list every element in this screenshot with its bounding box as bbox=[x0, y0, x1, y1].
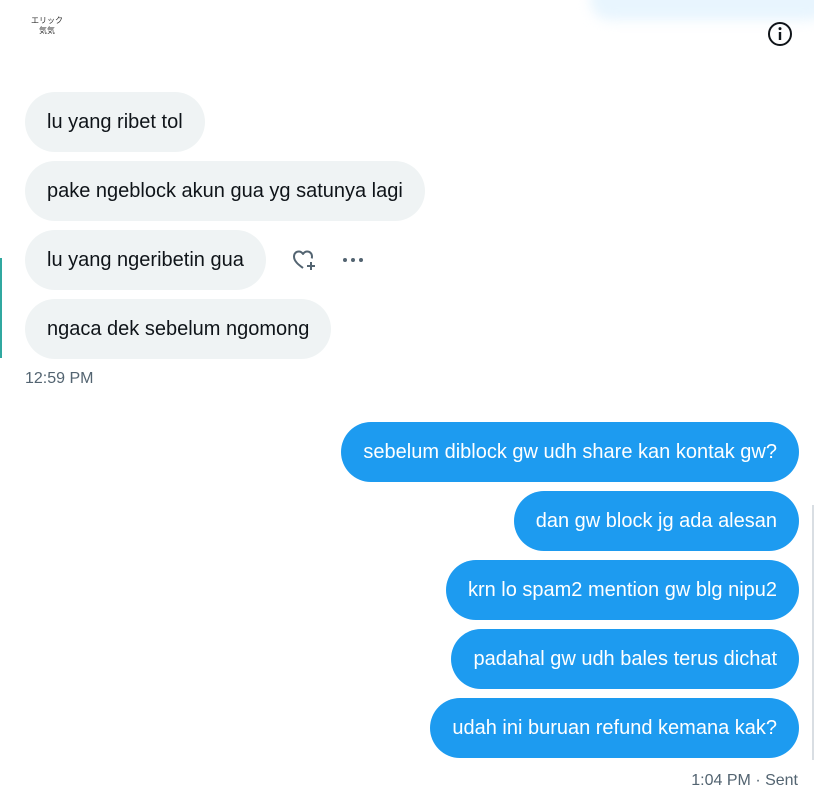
message-text: udah ini buruan refund kemana kak? bbox=[452, 716, 777, 739]
message-text: padahal gw udh bales terus dichat bbox=[473, 647, 777, 670]
sent-message[interactable]: dan gw block jg ada alesan bbox=[513, 491, 799, 551]
received-message[interactable]: lu yang ngeribetin gua bbox=[25, 230, 266, 290]
message-text: lu yang ngeribetin gua bbox=[47, 248, 244, 271]
sent-timestamp: 1:04 PM · Sent bbox=[691, 772, 798, 789]
avatar-text-line-2: 気気 bbox=[39, 26, 55, 35]
avatar[interactable]: エリック 気気 bbox=[30, 16, 64, 50]
received-timestamp: 12:59 PM bbox=[25, 370, 94, 387]
message-text: sebelum diblock gw udh share kan kontak … bbox=[363, 440, 777, 463]
message-text: krn lo spam2 mention gw blg nipu2 bbox=[467, 578, 777, 601]
sent-message[interactable]: padahal gw udh bales terus dichat bbox=[451, 629, 799, 689]
message-text: lu yang ribet tol bbox=[47, 110, 183, 133]
more-options-button[interactable] bbox=[339, 246, 367, 274]
message-text: pake ngeblock akun gua yg satunya lagi bbox=[47, 179, 403, 202]
received-message[interactable]: lu yang ribet tol bbox=[25, 92, 205, 152]
sent-message[interactable]: krn lo spam2 mention gw blg nipu2 bbox=[445, 560, 799, 620]
add-reaction-icon bbox=[293, 250, 315, 270]
sent-message[interactable]: udah ini buruan refund kemana kak? bbox=[430, 698, 799, 758]
message-text: ngaca dek sebelum ngomong bbox=[47, 317, 310, 340]
conversation-info-button[interactable] bbox=[767, 21, 793, 47]
top-glow-decoration bbox=[590, 0, 814, 20]
left-scroll-edge bbox=[0, 258, 2, 358]
message-text: dan gw block jg ada alesan bbox=[535, 509, 777, 532]
received-message[interactable]: ngaca dek sebelum ngomong bbox=[25, 299, 332, 359]
received-message[interactable]: pake ngeblock akun gua yg satunya lagi bbox=[25, 161, 425, 221]
more-icon bbox=[343, 258, 363, 262]
avatar-text-line-1: エリック bbox=[31, 16, 63, 25]
sent-message[interactable]: sebelum diblock gw udh share kan kontak … bbox=[341, 422, 799, 482]
info-icon bbox=[768, 22, 792, 46]
add-reaction-button[interactable] bbox=[290, 246, 318, 274]
